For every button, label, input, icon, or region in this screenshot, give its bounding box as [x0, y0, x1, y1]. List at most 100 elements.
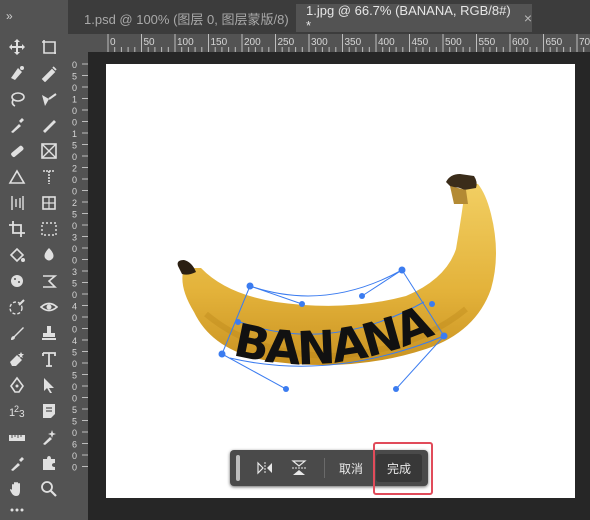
ruler-label: 4 — [72, 302, 77, 312]
ruler-label: 5 — [72, 417, 77, 427]
move-icon[interactable] — [4, 36, 30, 58]
vertical-ruler[interactable]: 050100150200250300350400450500550600 — [68, 52, 89, 520]
highlight-box — [373, 442, 433, 495]
sponge-icon[interactable] — [4, 270, 30, 292]
crop-perspective-icon[interactable] — [4, 192, 30, 214]
ruler-label: 5 — [72, 279, 77, 289]
divider — [324, 458, 325, 478]
flip-horizontal-icon[interactable] — [252, 454, 278, 482]
cancel-button[interactable]: 取消 — [330, 454, 372, 482]
artboard-icon[interactable] — [36, 36, 62, 58]
ruler-icon[interactable] — [4, 426, 30, 448]
ruler-label: 550 — [479, 37, 496, 48]
ruler-label: 300 — [311, 37, 328, 48]
tab-1-jpg[interactable]: 1.jpg @ 66.7% (BANANA, RGB/8#) * × — [296, 3, 532, 33]
triangle-icon[interactable] — [4, 166, 30, 188]
brush-icon[interactable] — [4, 322, 30, 344]
color-sampler-icon[interactable] — [36, 426, 62, 448]
hand-icon[interactable] — [4, 478, 30, 500]
magic-wand-icon[interactable] — [36, 88, 62, 110]
ruler-label: 5 — [72, 141, 77, 151]
flip-vertical-icon[interactable] — [286, 454, 312, 482]
ruler-label: 1 — [72, 95, 77, 105]
ruler-label: 600 — [512, 37, 529, 48]
healing-brush-icon[interactable] — [4, 140, 30, 162]
ruler-label: 650 — [546, 37, 563, 48]
history-brush-icon[interactable] — [4, 296, 30, 318]
ruler-label: 0 — [72, 451, 77, 461]
quick-select-icon[interactable] — [4, 62, 30, 84]
count-icon[interactable]: 123 — [4, 400, 30, 422]
zoom-icon[interactable] — [36, 478, 62, 500]
ruler-label: 700 — [579, 37, 590, 48]
ruler-label: 2 — [72, 198, 77, 208]
puzzle-icon[interactable] — [36, 452, 62, 474]
ruler-label: 0 — [72, 244, 77, 254]
ruler-label: 0 — [72, 382, 77, 392]
stamp-icon[interactable] — [36, 322, 62, 344]
brush-alt-icon[interactable] — [36, 62, 62, 84]
ruler-label: 0 — [72, 428, 77, 438]
tab-label: 1.jpg @ 66.7% (BANANA, RGB/8#) * — [306, 3, 511, 33]
pen-icon[interactable] — [36, 114, 62, 136]
ruler-label: 0 — [72, 394, 77, 404]
ruler-label: 5 — [72, 210, 77, 220]
ruler-label: 2 — [72, 164, 77, 174]
note-icon[interactable] — [36, 400, 62, 422]
tab-label: 1.psd @ 100% (图层 0, 图层蒙版/8) — [84, 11, 289, 27]
collapse-icon[interactable]: » — [0, 0, 68, 34]
slice-icon[interactable] — [36, 192, 62, 214]
eyedropper-icon[interactable] — [4, 114, 30, 136]
ruler-label: 0 — [72, 60, 77, 70]
blur-drop-icon[interactable] — [36, 244, 62, 266]
frame-icon[interactable] — [36, 140, 62, 162]
horizontal-ruler[interactable]: 0 50 100 150 200 250 300 350 400 450 500 550 600 650 7… — [88, 34, 590, 53]
warp-shape-icon[interactable] — [36, 270, 62, 292]
ruler-label: 50 — [144, 37, 156, 48]
ruler-label: 200 — [244, 37, 261, 48]
lasso-icon[interactable] — [4, 88, 30, 110]
ruler-label: 0 — [72, 359, 77, 369]
ruler-ticks: 0 50 100 150 200 250 300 350 400 450 500 550 600 650 7… — [107, 34, 590, 52]
ruler-label: 5 — [72, 348, 77, 358]
crop-icon[interactable] — [4, 218, 30, 240]
drag-handle[interactable] — [236, 455, 240, 481]
ruler-label: 3 — [72, 267, 77, 277]
ruler-label: 150 — [211, 37, 228, 48]
ruler-corner[interactable] — [68, 34, 89, 53]
svg-text:»: » — [6, 9, 13, 23]
ruler-label: 350 — [345, 37, 362, 48]
eye-icon[interactable] — [36, 296, 62, 318]
eraser-icon[interactable] — [4, 348, 30, 370]
close-icon[interactable]: × — [524, 10, 532, 26]
tab-1-psd[interactable]: 1.psd @ 100% (图层 0, 图层蒙版/8) × — [68, 4, 310, 32]
document-canvas[interactable]: BANANA — [106, 64, 575, 498]
paint-bucket-icon[interactable] — [4, 244, 30, 266]
ruler-label: 6 — [72, 440, 77, 450]
more-icon[interactable] — [4, 502, 30, 518]
ruler-label: 3 — [72, 233, 77, 243]
path-select-icon[interactable] — [36, 374, 62, 396]
ruler-label: 0 — [72, 325, 77, 335]
pen-tool-icon[interactable] — [4, 374, 30, 396]
ruler-label: 5 — [72, 405, 77, 415]
ruler-label: 500 — [445, 37, 462, 48]
ruler-label: 5 — [72, 72, 77, 82]
ruler-label: 0 — [72, 152, 77, 162]
ruler-label: 0 — [72, 221, 77, 231]
ruler-label: 0 — [72, 290, 77, 300]
document-tab-bar: 1.psd @ 100% (图层 0, 图层蒙版/8) × 1.jpg @ 66… — [68, 0, 590, 34]
ruler-label: 100 — [177, 37, 194, 48]
ruler-label: 0 — [72, 83, 77, 93]
ruler-label: 0 — [72, 256, 77, 266]
ruler-label: 0 — [110, 37, 116, 48]
ruler-label: 450 — [412, 37, 429, 48]
eyedropper-alt-icon[interactable] — [4, 452, 30, 474]
tools-panel-header: » — [0, 0, 68, 34]
warp-handles[interactable] — [106, 64, 575, 498]
ruler-label: 1 — [72, 129, 77, 139]
marquee-icon[interactable] — [36, 218, 62, 240]
type-vertical-icon[interactable] — [36, 166, 62, 188]
ruler-label: 0 — [72, 313, 77, 323]
type-icon[interactable] — [36, 348, 62, 370]
